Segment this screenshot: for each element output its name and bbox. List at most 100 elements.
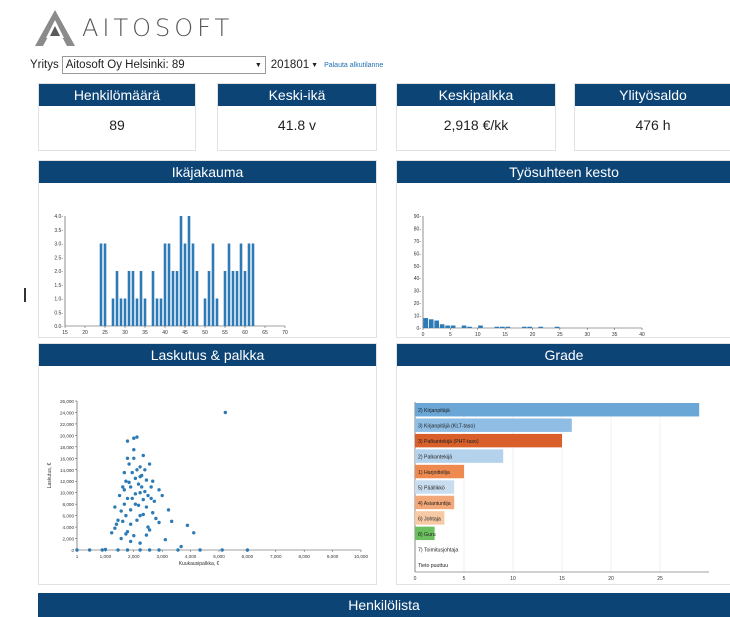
scatter-point [87, 548, 92, 552]
scatter-point [138, 474, 142, 479]
tenure-bar [445, 325, 450, 328]
scatter-point [119, 536, 123, 541]
grade-label: 3) Kirjanpitäjä (KLT-taso) [418, 424, 475, 430]
x-tick-label: 0 [414, 576, 417, 582]
x-tick-label: 25 [657, 576, 663, 582]
scatter-point [133, 476, 138, 481]
age-bar [203, 298, 207, 326]
scatter-point [149, 485, 153, 489]
y-tick-label: 10,000 [60, 491, 74, 496]
x-tick-label: 20 [82, 330, 88, 336]
grade-label: 6) Johtaja [418, 516, 441, 522]
age-bar [123, 298, 127, 326]
scatter-point [128, 485, 133, 489]
scatter-point [125, 548, 130, 552]
scatter-point [132, 448, 136, 452]
period-select[interactable]: 201801 ▼ [271, 59, 318, 71]
tenure-bar [494, 326, 500, 328]
y-tick-label: 6,000 [63, 514, 75, 519]
scatter-point [147, 462, 152, 466]
age-bar [235, 271, 239, 326]
scatter-point [125, 496, 130, 501]
age-bar [223, 271, 227, 326]
scatter-point [133, 502, 138, 506]
scatter-point [147, 548, 152, 552]
employee-list-header[interactable]: Henkilölista [38, 593, 730, 617]
kpi-value: 2,918 €/kk [443, 117, 509, 133]
scatter-point [136, 482, 141, 486]
scatter-point [110, 531, 114, 535]
age-bar [119, 298, 123, 326]
age-bar [111, 298, 115, 326]
y-tick-label: 1.5- [54, 283, 63, 289]
y-tick-label: 20- [414, 301, 422, 307]
kpi-title: Keski-ikä [218, 84, 376, 106]
scatter-point [157, 548, 161, 552]
y-tick-label: 0 [71, 548, 74, 553]
age-bar [207, 271, 211, 326]
scatter-point [141, 453, 145, 458]
scatter-point [138, 490, 142, 495]
scatter-point [125, 439, 130, 443]
x-tick-label: 9,000 [327, 554, 339, 559]
y-tick-label: 70- [414, 239, 422, 245]
tenure-bar [461, 325, 467, 328]
y-tick-label: 30- [414, 289, 422, 295]
scatter-point [185, 523, 190, 528]
x-tick-label: 45 [182, 330, 188, 336]
x-tick-label: 0 [422, 332, 425, 337]
x-tick-label: 15 [502, 332, 508, 337]
age-bar [183, 243, 187, 326]
scatter-point [113, 505, 117, 509]
chevron-down-icon: ▼ [254, 61, 262, 69]
text-cursor [24, 288, 26, 302]
kpi-value: 476 h [635, 117, 671, 133]
grade-panel: Grade 0 5 10 15 20 25 2) Kirjanpitäjä 3) Kirjan… [396, 343, 730, 585]
grade-bar [415, 403, 700, 417]
y-tick-label: 3.0- [54, 242, 63, 248]
x-tick-label: 10,000 [354, 554, 368, 559]
x-tick-label: 35 [612, 332, 618, 337]
scatter-point [135, 435, 139, 439]
grade-label: 2) Kirjanpitäjä [418, 408, 450, 414]
scatter-point [245, 548, 250, 552]
tenure-bar [554, 326, 560, 328]
scatter-point [128, 539, 133, 544]
company-select[interactable]: Aitosoft Oy Helsinki: 89 ▼ [61, 56, 266, 74]
age-bar [171, 271, 175, 326]
scatter-point [135, 468, 139, 472]
scatter-point [124, 479, 128, 483]
scatter-point [130, 470, 134, 475]
grade-label: 7) Toimitusjohtaja [418, 547, 458, 553]
aitosoft-logo: AITOSOFT [34, 8, 233, 48]
panel-title: Työsuhteen kesto [397, 161, 730, 183]
y-tick-label: 4.0- [54, 214, 63, 220]
billing-salary-chart: 02,0004,0006,0008,00010,00012,00014,0001… [47, 399, 368, 567]
grade-label: 5) Päällikkö [418, 486, 445, 492]
age-bar [115, 271, 119, 326]
x-tick-label: 10 [475, 332, 481, 337]
reset-link[interactable]: Palauta alkutilanne [324, 62, 383, 69]
scatter-point [135, 518, 139, 522]
scatter-point [103, 547, 108, 552]
tenure-bar [467, 326, 472, 328]
grade-label: 4) Asiantuntija [418, 501, 451, 507]
y-tick-label: 1.0- [54, 297, 63, 303]
age-bar [227, 243, 231, 326]
tenure-bar [538, 326, 544, 328]
scatter-point [75, 548, 79, 552]
kpi-average-age: Keski-ikä 41.8 v [217, 83, 377, 151]
scatter-point [113, 526, 117, 530]
x-tick-label: 25 [102, 330, 108, 336]
x-tick-label: 30 [122, 330, 128, 336]
y-tick-label: 14,000 [60, 468, 74, 473]
y-tick-label: 2.0- [54, 269, 63, 275]
y-tick-label: 50- [414, 264, 422, 270]
scatter-point [176, 548, 180, 552]
scatter-point [128, 522, 133, 526]
tenure-bar [478, 325, 483, 328]
scatter-point [121, 519, 125, 524]
y-tick-label: 4,000 [63, 525, 75, 530]
age-bar [159, 298, 163, 326]
x-tick-label: 30 [584, 332, 590, 337]
